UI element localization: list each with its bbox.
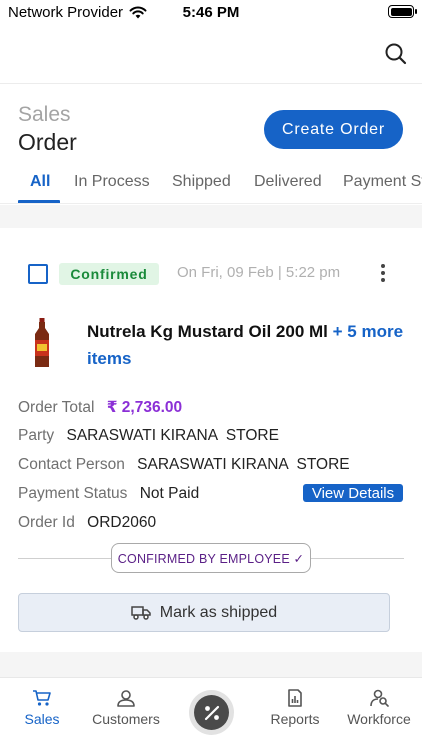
page-subtitle: Sales <box>18 103 71 126</box>
tab-shipped[interactable]: Shipped <box>172 173 231 191</box>
create-order-button[interactable]: Create Order <box>264 110 403 149</box>
truck-icon <box>131 606 151 620</box>
battery-icon <box>388 5 417 18</box>
party-row: Party SARASWATI KIRANA STORE <box>18 427 279 445</box>
workforce-icon <box>370 689 389 707</box>
nav-sales[interactable]: Sales <box>0 689 84 727</box>
order-id-label: Order Id <box>18 514 75 531</box>
confirmed-by-badge: CONFIRMED BY EMPLOYEE ✓ <box>111 543 311 573</box>
nav-workforce[interactable]: Workforce <box>337 689 421 727</box>
payment-status-label: Payment Status <box>18 485 128 502</box>
nav-reports[interactable]: Reports <box>253 689 337 727</box>
order-select-checkbox[interactable] <box>28 264 48 284</box>
product-name: Nutrela Kg Mustard Oil 200 Ml <box>87 322 328 341</box>
nav-customers-label: Customers <box>92 711 160 727</box>
contact-person-row: Contact Person SARASWATI KIRANA STORE <box>18 456 350 474</box>
order-card[interactable]: Confirmed On Fri, 09 Feb | 5:22 pm Nutre… <box>0 228 422 652</box>
order-id-value: ORD2060 <box>87 514 157 531</box>
search-icon <box>385 43 407 65</box>
tab-all[interactable]: All <box>30 173 50 191</box>
contact-person-label: Contact Person <box>18 456 125 473</box>
view-details-button[interactable]: View Details <box>303 484 403 502</box>
search-button[interactable] <box>384 42 408 66</box>
nav-customers[interactable]: Customers <box>84 689 168 727</box>
nav-workforce-label: Workforce <box>347 711 411 727</box>
percent-icon <box>204 705 219 720</box>
list-spacer-bottom <box>0 652 422 677</box>
party-label: Party <box>18 427 55 444</box>
payment-status-value: Not Paid <box>139 485 200 502</box>
order-total-row: Order Total ₹ 2,736.00 <box>18 398 182 417</box>
tab-payment-status[interactable]: Payment Status <box>343 173 422 191</box>
report-icon <box>288 689 302 707</box>
tab-in-process[interactable]: In Process <box>74 173 150 191</box>
active-tab-indicator <box>18 200 60 203</box>
page-title: Order <box>18 129 77 155</box>
more-options-icon[interactable] <box>380 264 386 284</box>
nav-reports-label: Reports <box>270 711 320 727</box>
order-id-row: Order Id ORD2060 <box>18 514 156 532</box>
mark-as-shipped-button[interactable]: Mark as shipped <box>18 593 390 632</box>
status-bar: Network Provider 5:46 PM <box>0 0 422 26</box>
order-date: On Fri, 09 Feb | 5:22 pm <box>177 264 341 281</box>
product-image <box>35 318 49 367</box>
order-status-tabs: All In Process Shipped Delivered Payment… <box>0 166 422 204</box>
party-value: SARASWATI KIRANA STORE <box>66 427 279 444</box>
bottom-navigation: Sales Customers Reports Workforce <box>0 677 422 750</box>
nav-sales-label: Sales <box>24 711 60 727</box>
tab-delivered[interactable]: Delivered <box>254 173 322 191</box>
list-spacer <box>0 205 422 228</box>
center-action-button[interactable] <box>189 690 234 735</box>
payment-status-row: Payment Status Not Paid <box>18 485 199 503</box>
order-total-label: Order Total <box>18 399 95 416</box>
order-total-value: ₹ 2,736.00 <box>106 399 183 416</box>
contact-person-value: SARASWATI KIRANA STORE <box>137 456 350 473</box>
cart-icon <box>33 690 51 706</box>
user-icon <box>117 690 135 707</box>
clock: 5:46 PM <box>182 4 240 21</box>
mark-as-shipped-label: Mark as shipped <box>159 603 278 621</box>
product-title[interactable]: Nutrela Kg Mustard Oil 200 Ml + 5 more i… <box>87 318 417 372</box>
page-header: Sales Order Create Order <box>0 84 422 166</box>
status-badge: Confirmed <box>59 263 159 285</box>
top-bar <box>0 26 422 84</box>
